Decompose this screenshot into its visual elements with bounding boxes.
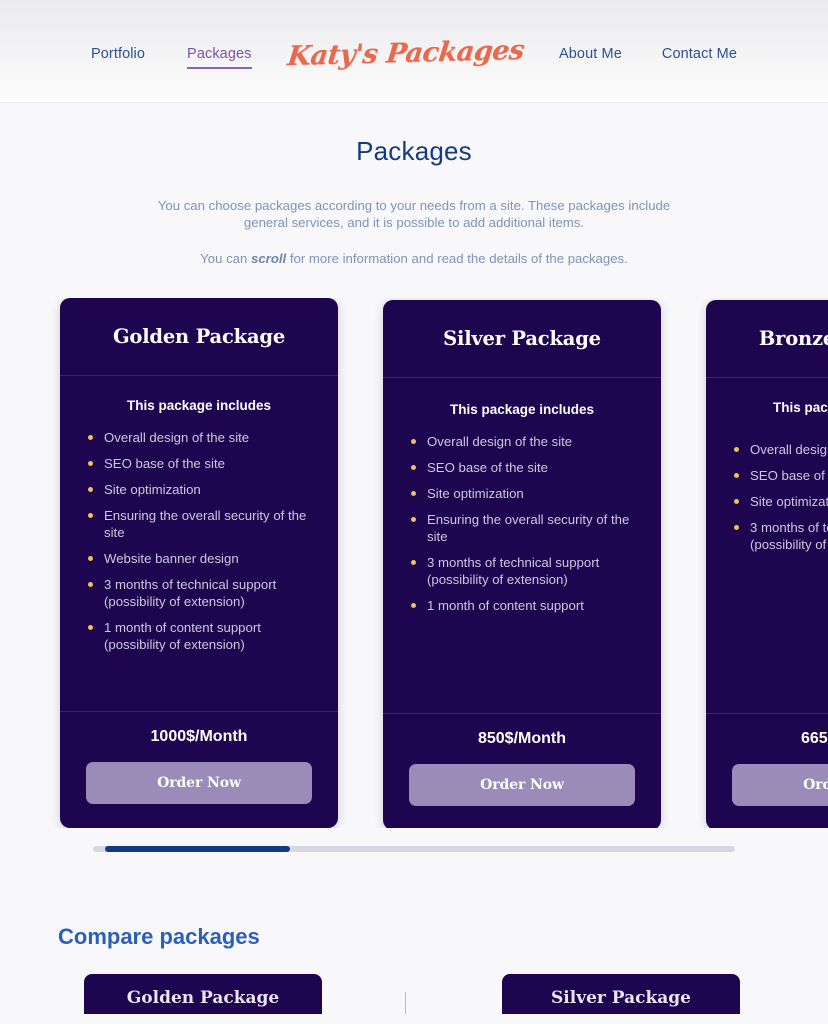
package-card-bronze[interactable]: Bronze Package This package includes Ove… (706, 300, 828, 828)
list-item: SEO base of the site (732, 467, 828, 484)
site-header: Portfolio Packages Katy's Packages About… (0, 0, 828, 103)
package-card-header: Silver Package (383, 300, 661, 378)
page-title: Packages (356, 136, 472, 166)
package-price: 850$/Month (477, 730, 566, 747)
list-item: Overall design of the site (86, 429, 312, 446)
package-card-header: Bronze Package (706, 300, 828, 378)
package-card-body: This package includes Overall design of … (60, 376, 338, 711)
package-price: 1000$/Month (150, 728, 248, 745)
scroll-hint-suffix: for more information and read the detail… (286, 251, 628, 266)
list-item: 3 months of technical support (possibili… (732, 519, 828, 553)
carousel-track[interactable]: Golden Package This package includes Ove… (0, 298, 828, 828)
compare-column-label: Golden Package (126, 988, 280, 1008)
packages-carousel[interactable]: Golden Package This package includes Ove… (0, 298, 828, 828)
page-intro-text: You can choose packages according to you… (157, 198, 671, 230)
package-subtitle: This package includes (449, 402, 595, 417)
scroll-hint-prefix: You can (200, 251, 252, 266)
scroll-hint-emphasis: scroll (251, 251, 287, 266)
list-item: Overall design of the site (409, 433, 635, 450)
main-navigation: Portfolio Packages Katy's Packages About… (0, 0, 828, 103)
package-title: Golden Package (112, 325, 286, 348)
package-card-header: Golden Package (60, 298, 338, 376)
list-item: 1 month of content support (409, 597, 635, 614)
list-item: 1 month of content support (possibility … (86, 619, 312, 653)
order-now-button[interactable]: Order Now (409, 764, 635, 806)
nav-link-packages[interactable]: Packages (187, 46, 253, 69)
nav-link-about-me[interactable]: About Me (559, 46, 622, 62)
carousel-scrollbar-thumb[interactable] (105, 846, 290, 852)
list-item: SEO base of the site (409, 459, 635, 476)
list-item: SEO base of the site (86, 455, 312, 472)
compare-columns-row: Golden Package Silver Package (0, 974, 828, 1014)
list-item: 3 months of technical support (possibili… (86, 576, 312, 610)
package-feature-list: Overall design of the site SEO base of t… (86, 429, 312, 653)
package-card-body: This package includes Overall design of … (383, 378, 661, 713)
package-card-footer: 850$/Month Order Now (383, 713, 661, 828)
compare-vertical-divider (405, 992, 406, 1014)
package-title: Silver Package (443, 327, 601, 350)
package-card-footer: 1000$/Month Order Now (60, 711, 338, 828)
compare-packages-title: Compare packages (58, 924, 260, 949)
package-card-silver[interactable]: Silver Package This package includes Ove… (383, 300, 661, 828)
order-now-button[interactable]: Order Now (732, 764, 828, 806)
package-card-golden[interactable]: Golden Package This package includes Ove… (60, 298, 338, 828)
package-subtitle: This package includes (772, 400, 828, 415)
list-item: Website banner design (86, 550, 312, 567)
compare-column-label: Silver Package (551, 988, 691, 1008)
package-title: Bronze Package (758, 327, 828, 350)
list-item: Site optimization (86, 481, 312, 498)
compare-packages-section: Compare packages Golden Package Silver P… (0, 924, 828, 1014)
list-item: Site optimization (409, 485, 635, 502)
compare-column-golden[interactable]: Golden Package (84, 974, 322, 1014)
list-item: Site optimization (732, 493, 828, 510)
package-price: 665$/Month (800, 730, 828, 747)
package-feature-list: Overall design of the site SEO base of t… (409, 433, 635, 614)
package-subtitle: This package includes (126, 398, 272, 413)
list-item: Ensuring the overall security of the sit… (409, 511, 635, 545)
order-now-button[interactable]: Order Now (86, 762, 312, 804)
package-card-footer: 665$/Month Order Now (706, 713, 828, 828)
nav-link-portfolio[interactable]: Portfolio (91, 46, 145, 62)
list-item: Overall design of the site (732, 441, 828, 458)
nav-link-contact-me[interactable]: Contact Me (662, 46, 737, 62)
scroll-hint-text: You can scroll for more information and … (0, 251, 828, 266)
package-feature-list: Overall design of the site SEO base of t… (732, 441, 828, 553)
list-item: 3 months of technical support (possibili… (409, 554, 635, 588)
compare-column-silver[interactable]: Silver Package (502, 974, 740, 1014)
list-item: Ensuring the overall security of the sit… (86, 507, 312, 541)
site-logo[interactable]: Katy's Packages (285, 35, 525, 72)
carousel-scrollbar-track[interactable] (93, 846, 735, 852)
package-card-body: This package includes Overall design of … (706, 378, 828, 713)
